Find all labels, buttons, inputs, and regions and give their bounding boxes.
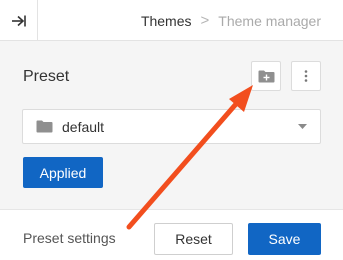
caret-down-icon <box>298 124 307 129</box>
breadcrumb-themes[interactable]: Themes <box>141 13 192 29</box>
preset-settings-label[interactable]: Preset settings <box>23 230 116 246</box>
folder-plus-icon <box>258 70 274 82</box>
folder-icon <box>36 120 53 133</box>
breadcrumb-theme-manager: Theme manager <box>218 12 321 29</box>
new-folder-button[interactable] <box>251 61 281 91</box>
arrow-right-to-bar-icon <box>11 15 26 26</box>
preset-panel: Preset default Applied <box>0 41 343 209</box>
preset-select-value: default <box>62 119 105 135</box>
back-button[interactable] <box>0 0 38 41</box>
save-button[interactable]: Save <box>248 223 321 255</box>
top-bar: Themes > Theme manager <box>0 0 343 41</box>
footer-bar: Preset settings Reset Save <box>0 209 343 260</box>
breadcrumb: Themes > Theme manager <box>141 0 321 41</box>
breadcrumb-separator: > <box>200 12 210 29</box>
reset-button[interactable]: Reset <box>154 223 233 255</box>
vertical-dots-icon <box>304 70 308 82</box>
preset-title: Preset <box>23 68 70 85</box>
applied-button[interactable]: Applied <box>23 157 103 188</box>
preset-select[interactable]: default <box>22 109 321 144</box>
more-options-button[interactable] <box>291 61 321 91</box>
